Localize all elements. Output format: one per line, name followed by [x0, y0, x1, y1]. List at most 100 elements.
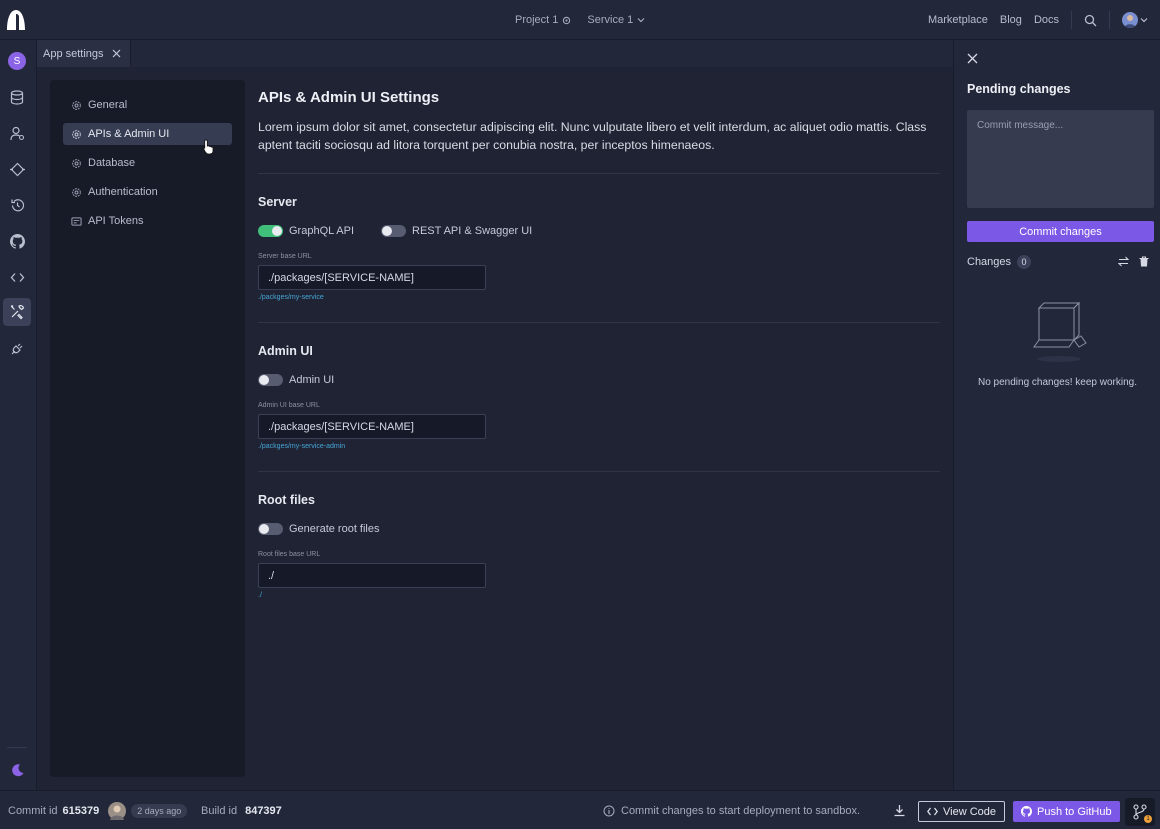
build-info: Build id 847397 [201, 791, 282, 829]
commit-message-input[interactable] [967, 110, 1154, 208]
close-icon[interactable] [112, 49, 121, 58]
build-id-label: Build id [201, 804, 238, 817]
service-name: Service 1 [587, 14, 634, 26]
push-to-github-button[interactable]: Push to GitHub [1013, 801, 1120, 822]
plugin-icon[interactable] [3, 334, 31, 362]
diamond-icon[interactable] [3, 155, 31, 183]
empty-state-text: No pending changes! keep working. [978, 377, 1137, 388]
subnav-item-label: General [88, 99, 128, 111]
rest-api-label: REST API & Swagger UI [412, 225, 533, 237]
moon-icon[interactable] [3, 756, 31, 784]
search-icon[interactable] [1084, 14, 1097, 27]
commit-id-value[interactable]: 615379 [63, 805, 100, 817]
nav-divider [1071, 11, 1072, 29]
commit-info: Commit id 615379 2 days ago [8, 791, 188, 829]
deployment-info-text: Commit changes to start deployment to sa… [621, 804, 861, 817]
changes-actions [1118, 256, 1149, 267]
gear-icon [71, 100, 82, 111]
server-section-title: Server [258, 195, 297, 209]
deployment-info: Commit changes to start deployment to sa… [603, 791, 860, 829]
chevron-down-icon [637, 16, 645, 24]
server-url-label: Server base URL [258, 253, 312, 260]
tab-app-settings[interactable]: App settings [37, 40, 131, 67]
section-divider [258, 173, 940, 174]
code-icon[interactable] [3, 263, 31, 291]
git-branch-button[interactable]: 1 [1125, 798, 1155, 826]
committer-avatar [108, 801, 127, 820]
page-title: APIs & Admin UI Settings [258, 89, 440, 106]
root-section-title: Root files [258, 493, 315, 507]
trash-icon[interactable] [1139, 256, 1149, 267]
download-icon[interactable] [893, 804, 906, 817]
section-divider [258, 471, 940, 472]
admin-toggle-row: Admin UI [258, 374, 334, 386]
admin-ui-toggle[interactable] [258, 374, 283, 386]
subnav-item-authentication[interactable]: Authentication [63, 181, 232, 203]
workspace-avatar-letter: S [8, 52, 26, 70]
blog-link[interactable]: Blog [1000, 14, 1022, 26]
workspace-avatar[interactable]: S [3, 47, 31, 75]
project-name: Project 1 [515, 14, 559, 26]
settings-nav: General APIs & Admin UI Database Authent… [50, 80, 245, 777]
rest-api-toggle[interactable] [381, 225, 406, 237]
settings-icon[interactable] [562, 16, 571, 25]
changes-count-badge: 0 [1017, 255, 1032, 269]
subnav-item-api-tokens[interactable]: API Tokens [63, 210, 232, 232]
admin-base-url-input[interactable] [258, 414, 486, 439]
swap-icon[interactable] [1118, 256, 1129, 267]
view-code-button[interactable]: View Code [918, 801, 1005, 822]
database-icon[interactable] [3, 83, 31, 111]
graphql-api-label: GraphQL API [289, 225, 355, 237]
panel-title: Pending changes [967, 82, 1071, 96]
user-menu[interactable] [1122, 12, 1148, 28]
root-toggle-row: Generate root files [258, 523, 380, 535]
gear-icon [71, 187, 82, 198]
graphql-api-toggle[interactable] [258, 225, 283, 237]
server-url-hint: ./packges/my-service [258, 294, 324, 301]
tab-label: App settings [43, 47, 104, 60]
subnav-item-general[interactable]: General [63, 94, 232, 116]
pending-changes-panel: Pending changes Commit changes Changes 0… [953, 40, 1160, 790]
git-notification-badge: 1 [1144, 815, 1152, 823]
breadcrumb: Project 1 Service 1 [515, 0, 645, 40]
github-icon[interactable] [3, 227, 31, 255]
section-divider [258, 322, 940, 323]
roles-icon[interactable] [3, 119, 31, 147]
empty-box-icon [1031, 298, 1087, 364]
history-icon[interactable] [3, 191, 31, 219]
user-avatar [1122, 12, 1138, 28]
build-id-value[interactable]: 847397 [245, 805, 282, 817]
marketplace-link[interactable]: Marketplace [928, 14, 988, 26]
app-logo[interactable] [6, 9, 26, 31]
subnav-item-label: Database [88, 157, 136, 169]
tab-bar: App settings [37, 40, 953, 67]
nav-divider [1109, 11, 1110, 29]
changes-label: Changes [967, 256, 1012, 268]
generate-root-files-label: Generate root files [289, 523, 380, 535]
main-area: General APIs & Admin UI Database Authent… [37, 67, 953, 790]
left-rail: S [0, 40, 37, 790]
admin-section-title: Admin UI [258, 344, 313, 358]
subnav-item-label: API Tokens [88, 215, 144, 227]
subnav-item-database[interactable]: Database [63, 152, 232, 174]
root-url-hint: ./ [258, 592, 262, 599]
admin-url-hint: ./packges/my-service-admin [258, 443, 346, 450]
project-selector[interactable]: Project 1 [515, 14, 571, 26]
commit-changes-button[interactable]: Commit changes [967, 221, 1154, 242]
chevron-down-icon [1140, 16, 1148, 24]
code-icon [927, 807, 938, 816]
root-base-url-input[interactable] [258, 563, 486, 588]
docs-link[interactable]: Docs [1034, 14, 1059, 26]
top-bar: Project 1 Service 1 Marketplace Blog Doc… [0, 0, 1160, 40]
settings-tools-icon[interactable] [3, 298, 31, 326]
commit-id-label: Commit id [8, 804, 58, 817]
info-icon [603, 805, 615, 817]
generate-root-files-toggle[interactable] [258, 523, 283, 535]
graphql-toggle-row: GraphQL API [258, 225, 354, 237]
service-selector[interactable]: Service 1 [587, 14, 645, 26]
changes-header: Changes 0 [967, 255, 1032, 269]
rail-divider [7, 747, 27, 748]
server-base-url-input[interactable] [258, 265, 486, 290]
admin-ui-label: Admin UI [289, 374, 335, 386]
close-icon[interactable] [967, 53, 978, 64]
